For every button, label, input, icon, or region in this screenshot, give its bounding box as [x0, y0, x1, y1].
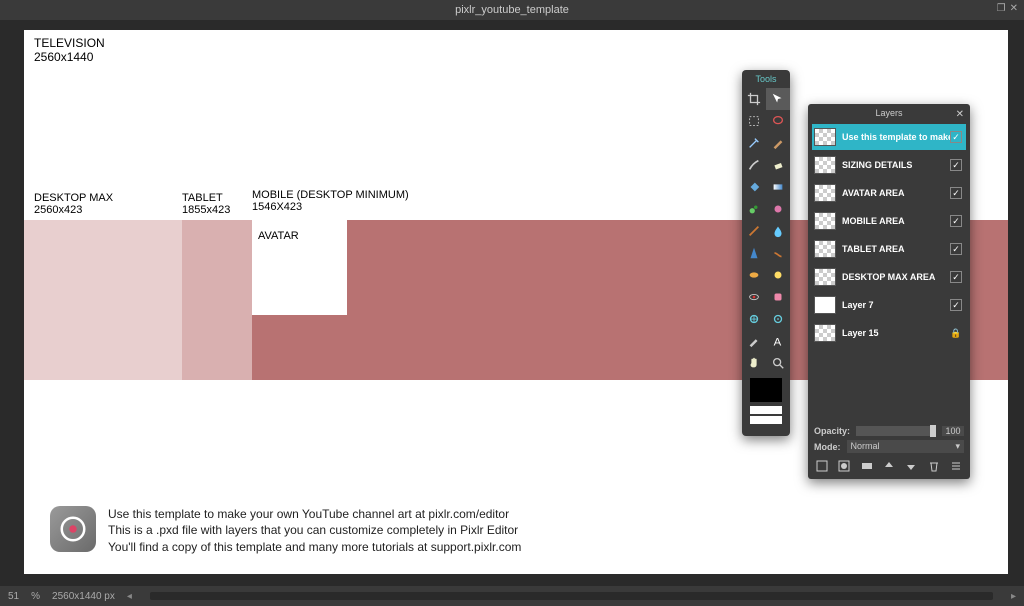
blend-mode-control: Mode: Normal▾	[808, 438, 970, 455]
eraser-tool-icon[interactable]	[766, 154, 790, 176]
new-layer-icon[interactable]	[814, 459, 830, 473]
footer-info: Use this template to make your own YouTu…	[50, 506, 521, 556]
blur-tool-icon[interactable]	[766, 220, 790, 242]
layers-title: Layers ✕	[808, 104, 970, 122]
drawing-tool-icon[interactable]	[742, 220, 766, 242]
opacity-control: Opacity: 100	[808, 424, 970, 438]
pinch-tool-icon[interactable]	[766, 308, 790, 330]
layer-thumbnail	[814, 212, 836, 230]
visibility-checkbox[interactable]: ✓	[950, 299, 962, 311]
spot-heal-tool-icon[interactable]	[766, 286, 790, 308]
layer-styles-icon[interactable]	[859, 459, 875, 473]
bucket-tool-icon[interactable]	[742, 176, 766, 198]
dodge-tool-icon[interactable]	[766, 264, 790, 286]
zoom-tool-icon[interactable]	[766, 352, 790, 374]
color-swatch-area[interactable]	[742, 374, 790, 430]
tools-title: Tools	[742, 70, 790, 88]
layer-thumbnail	[814, 128, 836, 146]
titlebar: pixlr_youtube_template ❐ ✕	[0, 0, 1024, 20]
window-title: pixlr_youtube_template	[455, 4, 569, 16]
tablet-label: TABLET 1855x423	[182, 192, 230, 216]
layer-row[interactable]: AVATAR AREA✓	[812, 180, 966, 206]
marquee-tool-icon[interactable]	[742, 110, 766, 132]
lasso-tool-icon[interactable]	[766, 110, 790, 132]
layer-thumbnail	[814, 240, 836, 258]
statusbar: 51 % 2560x1440 px ◂ ▸	[0, 586, 1024, 606]
zoom-value[interactable]: 51	[8, 591, 19, 602]
bloat-tool-icon[interactable]	[742, 308, 766, 330]
canvas-dimensions: 2560x1440 px	[52, 591, 115, 602]
redeye-tool-icon[interactable]	[742, 286, 766, 308]
opacity-value[interactable]: 100	[942, 426, 964, 436]
layer-row[interactable]: DESKTOP MAX AREA✓	[812, 264, 966, 290]
pencil-tool-icon[interactable]	[766, 132, 790, 154]
visibility-checkbox[interactable]: ✓	[950, 159, 962, 171]
pixlr-logo-icon	[50, 506, 96, 552]
window-restore-icon[interactable]: ❐	[997, 3, 1006, 14]
layer-name: DESKTOP MAX AREA	[842, 272, 950, 282]
layer-name: Layer 7	[842, 300, 950, 310]
layers-panel: Layers ✕ Use this template to make you✓S…	[808, 104, 970, 479]
layer-menu-icon[interactable]	[948, 459, 964, 473]
sharpen-tool-icon[interactable]	[742, 242, 766, 264]
type-tool-icon[interactable]: A	[766, 330, 790, 352]
opacity-slider[interactable]	[856, 426, 936, 436]
sponge-tool-icon[interactable]	[742, 264, 766, 286]
eyedropper-tool-icon[interactable]	[742, 330, 766, 352]
layer-row[interactable]: SIZING DETAILS✓	[812, 152, 966, 178]
foreground-color-swatch[interactable]	[750, 378, 782, 402]
smudge-tool-icon[interactable]	[766, 242, 790, 264]
layer-row[interactable]: Use this template to make you✓	[812, 124, 966, 150]
visibility-checkbox[interactable]: ✓	[950, 131, 962, 143]
layer-name: Use this template to make you	[842, 132, 950, 142]
visibility-checkbox[interactable]: ✓	[950, 243, 962, 255]
desktop-label: DESKTOP MAX 2560x423	[34, 192, 113, 216]
layer-thumbnail	[814, 184, 836, 202]
layer-name: AVATAR AREA	[842, 188, 950, 198]
horizontal-scrollbar[interactable]	[150, 592, 993, 600]
layer-up-icon[interactable]	[881, 459, 897, 473]
gradient-tool-icon[interactable]	[766, 176, 790, 198]
move-tool-icon[interactable]	[766, 88, 790, 110]
clone-tool-icon[interactable]	[742, 198, 766, 220]
blend-mode-select[interactable]: Normal▾	[847, 440, 965, 453]
hand-tool-icon[interactable]	[742, 352, 766, 374]
wand-tool-icon[interactable]	[742, 132, 766, 154]
avatar-area: AVATAR	[252, 220, 347, 315]
layer-name: MOBILE AREA	[842, 216, 950, 226]
layer-row[interactable]: TABLET AREA✓	[812, 236, 966, 262]
layer-thumbnail	[814, 156, 836, 174]
replace-color-tool-icon[interactable]	[766, 198, 790, 220]
window-close-icon[interactable]: ✕	[1010, 3, 1018, 14]
layer-row[interactable]: Layer 15🔒	[812, 320, 966, 346]
layer-name: SIZING DETAILS	[842, 160, 950, 170]
svg-text:A: A	[774, 336, 782, 348]
tools-panel: Tools A	[742, 70, 790, 436]
layer-thumbnail	[814, 296, 836, 314]
layer-down-icon[interactable]	[903, 459, 919, 473]
visibility-checkbox[interactable]: ✓	[950, 215, 962, 227]
layer-row[interactable]: Layer 7✓	[812, 292, 966, 318]
delete-layer-icon[interactable]	[926, 459, 942, 473]
layer-name: Layer 15	[842, 328, 950, 338]
crop-tool-icon[interactable]	[742, 88, 766, 110]
visibility-checkbox[interactable]: ✓	[950, 271, 962, 283]
mobile-label: MOBILE (DESKTOP MINIMUM) 1546X423	[252, 189, 409, 213]
lock-icon[interactable]: 🔒	[950, 328, 962, 339]
layer-row[interactable]: MOBILE AREA✓	[812, 208, 966, 234]
close-icon[interactable]: ✕	[956, 106, 964, 124]
layer-thumbnail	[814, 268, 836, 286]
layer-thumbnail	[814, 324, 836, 342]
brush-tool-icon[interactable]	[742, 154, 766, 176]
television-label: TELEVISION 2560x1440	[34, 36, 105, 64]
chevron-down-icon: ▾	[955, 441, 960, 452]
visibility-checkbox[interactable]: ✓	[950, 187, 962, 199]
layer-name: TABLET AREA	[842, 244, 950, 254]
layer-mask-icon[interactable]	[836, 459, 852, 473]
